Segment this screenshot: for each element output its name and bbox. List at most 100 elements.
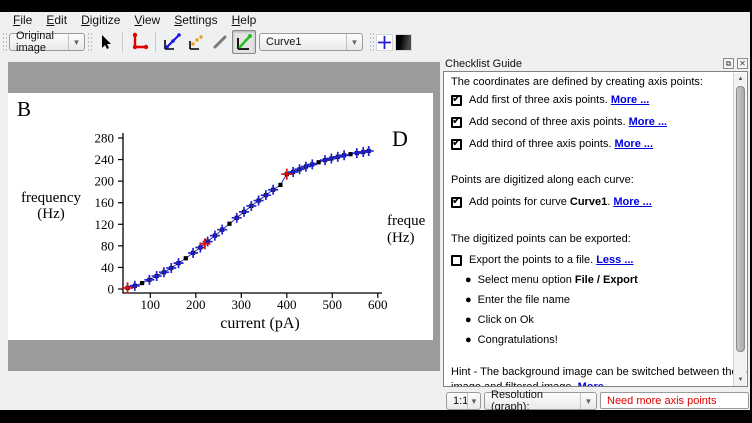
digitized-point-cross[interactable] xyxy=(268,185,278,195)
x-tick-label: 200 xyxy=(186,297,206,312)
x-tick-label: 300 xyxy=(232,297,252,312)
scroll-down-icon[interactable]: ▼ xyxy=(735,375,746,386)
digitized-point-cross[interactable] xyxy=(188,248,198,258)
select-tool-button[interactable] xyxy=(94,30,118,54)
more-link[interactable]: More ... xyxy=(613,196,652,208)
digitized-point-cross[interactable] xyxy=(307,159,317,169)
checklist-item: Add first of three axis points. More ... xyxy=(451,94,649,106)
unchecked-checkbox-icon[interactable] xyxy=(451,255,462,266)
curve-selector[interactable]: Curve1 ▼ xyxy=(259,33,363,51)
float-panel-button[interactable]: ⧉ xyxy=(723,58,734,69)
digitized-point-cross[interactable] xyxy=(174,258,184,268)
status-view-selector[interactable]: Resolution (graph): ▼ xyxy=(484,392,597,410)
menu-file[interactable]: File xyxy=(6,12,39,28)
checked-checkbox-icon[interactable] xyxy=(451,197,462,208)
highlighted-point-cross[interactable] xyxy=(281,169,292,180)
digitized-point-cross[interactable] xyxy=(364,146,374,156)
close-panel-button[interactable]: ✕ xyxy=(737,58,748,69)
checklist-intro-axes: The coordinates are defined by creating … xyxy=(451,76,703,88)
checklist-intro-curves: Points are digitized along each curve: xyxy=(451,174,634,186)
toolbar-handle[interactable] xyxy=(87,32,92,52)
curve-select-tool-button[interactable] xyxy=(232,30,256,54)
bullet-icon: ● xyxy=(465,334,472,346)
more-link[interactable]: More ... xyxy=(615,138,654,150)
bullet-icon: ● xyxy=(465,274,472,286)
checked-checkbox-icon[interactable] xyxy=(451,95,462,106)
more-link[interactable]: More... xyxy=(578,381,613,387)
digitized-point-cross[interactable] xyxy=(352,148,362,158)
y-tick-label: 0 xyxy=(108,282,115,297)
checklist-hint: image and filtered image. More... xyxy=(451,381,613,387)
digitized-point-cross[interactable] xyxy=(217,225,227,235)
point-style-indicator xyxy=(376,34,393,51)
graph-view[interactable]: 04080120160200240280100200300400500600 B… xyxy=(8,62,440,371)
checklist-item: Add points for curve Curve1 . More ... xyxy=(451,196,652,208)
y-tick-label: 200 xyxy=(95,174,115,189)
digitized-point-cross[interactable] xyxy=(339,150,349,160)
panel-d-y-label-clipped: freque xyxy=(387,213,425,230)
toolbar-handle[interactable] xyxy=(369,32,374,52)
digitized-point-cross[interactable] xyxy=(246,201,256,211)
chevron-down-icon: ▼ xyxy=(580,393,596,409)
zoom-selector[interactable]: 1:1 ▼ xyxy=(446,392,481,410)
menu-bar: File Edit Digitize View Settings Help xyxy=(0,12,750,28)
point-match-tool-button[interactable] xyxy=(184,30,208,54)
x-tick-label: 500 xyxy=(323,297,343,312)
y-tick-label: 280 xyxy=(95,130,115,145)
menu-digitize[interactable]: Digitize xyxy=(74,12,127,28)
dock-title-bar: Checklist Guide ⧉ ✕ xyxy=(441,56,750,71)
digitized-point-cross[interactable] xyxy=(210,231,220,241)
checklist-item: Export the points to a file. Less ... xyxy=(451,254,633,266)
menu-help[interactable]: Help xyxy=(225,12,264,28)
digitized-point-cross[interactable] xyxy=(254,196,264,206)
checklist-content: The coordinates are defined by creating … xyxy=(443,71,748,387)
digitized-point-cross[interactable] xyxy=(130,281,140,291)
bullet-icon: ● xyxy=(465,294,472,306)
panel-d-y-label-units-clipped: (Hz) xyxy=(387,230,414,247)
menu-settings[interactable]: Settings xyxy=(167,12,224,28)
panel-label-b: B xyxy=(17,97,31,122)
x-axis-label: current (pA) xyxy=(180,315,340,333)
checklist-intro-export: The digitized points can be exported: xyxy=(451,233,631,245)
x-tick-label: 600 xyxy=(368,297,388,312)
chevron-down-icon: ▼ xyxy=(346,34,362,50)
toolbar: Original image ▼ xyxy=(0,28,750,56)
digitized-point-cross[interactable] xyxy=(232,213,242,223)
checklist-guide-panel: Checklist Guide ⧉ ✕ The coordinates are … xyxy=(441,56,750,388)
checked-checkbox-icon[interactable] xyxy=(451,117,462,128)
background-image[interactable]: 04080120160200240280100200300400500600 B… xyxy=(8,93,433,340)
scroll-up-icon[interactable]: ▲ xyxy=(735,74,746,85)
menu-edit[interactable]: Edit xyxy=(39,12,74,28)
cross-point-style-icon xyxy=(377,35,392,50)
more-link[interactable]: More ... xyxy=(629,116,668,128)
color-filter-indicator xyxy=(395,34,412,51)
checklist-hint: Hint - The background image can be switc… xyxy=(451,366,748,378)
scrollbar-thumb[interactable] xyxy=(736,86,745,352)
digitized-point-cross[interactable] xyxy=(261,190,271,200)
checklist-item: Add third of three axis points. More ... xyxy=(451,138,653,150)
figure-data-point xyxy=(227,222,231,226)
background-selector[interactable]: Original image ▼ xyxy=(9,33,85,51)
segment-fill-tool-button[interactable] xyxy=(208,30,232,54)
y-tick-label: 40 xyxy=(101,260,114,275)
digitized-point-cross[interactable] xyxy=(326,153,336,163)
digitized-point-cross[interactable] xyxy=(320,155,330,165)
digitized-point-cross[interactable] xyxy=(358,147,368,157)
digitized-point-cross[interactable] xyxy=(239,207,249,217)
curve-point-tool-button[interactable] xyxy=(160,30,184,54)
toolbar-handle[interactable] xyxy=(2,32,7,52)
point-match-icon xyxy=(186,32,206,52)
more-link[interactable]: More ... xyxy=(611,94,650,106)
axis-point-tool-button[interactable] xyxy=(127,30,151,54)
highlighted-point-cross[interactable] xyxy=(122,282,133,293)
checklist-step: ● Congratulations! xyxy=(451,334,558,346)
digitized-point-cross[interactable] xyxy=(333,152,343,162)
less-link[interactable]: Less ... xyxy=(596,254,633,266)
checked-checkbox-icon[interactable] xyxy=(451,139,462,150)
scrollbar[interactable]: ▲ ▼ xyxy=(733,73,746,387)
engauge-digitizer-window: File Edit Digitize View Settings Help Or… xyxy=(0,12,750,410)
status-message-field: Need more axis points xyxy=(600,392,749,409)
y-tick-label: 160 xyxy=(95,195,115,210)
segment-fill-icon xyxy=(211,33,229,51)
menu-view[interactable]: View xyxy=(127,12,167,28)
